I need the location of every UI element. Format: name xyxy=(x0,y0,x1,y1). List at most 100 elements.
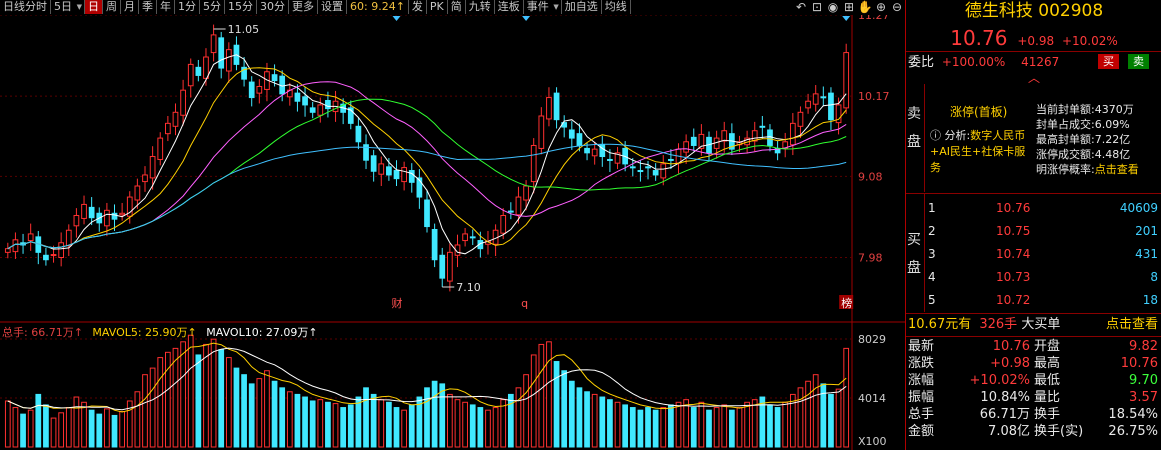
toolbar-item-17[interactable]: 九转 xyxy=(466,0,495,14)
toolbar-item-14[interactable]: 发 xyxy=(409,0,427,14)
bigbuy-link[interactable]: 点击查看 xyxy=(1106,316,1158,334)
undo-icon[interactable]: ↶ xyxy=(793,0,809,15)
volume-bar xyxy=(447,393,453,448)
candle-body xyxy=(325,100,331,110)
bid-level: 2 xyxy=(928,224,936,238)
bid-row[interactable]: 3 10.74 431 xyxy=(926,246,1161,269)
volume-bar xyxy=(20,413,26,448)
volume-bar xyxy=(378,399,385,448)
volume-bar xyxy=(622,404,629,448)
bid-row[interactable]: 4 10.73 8 xyxy=(926,269,1161,292)
zoom-in-icon[interactable]: ⊕ xyxy=(873,0,889,15)
toolbar-item-19[interactable]: 事件 xyxy=(524,0,562,14)
hand-icon[interactable]: ✋ xyxy=(857,0,873,15)
volume-bar xyxy=(645,407,651,448)
toolbar-item-3[interactable]: 周 xyxy=(103,0,121,14)
event-marker: q xyxy=(521,297,528,310)
candle-body xyxy=(462,233,468,242)
bag-icon[interactable]: ⊞ xyxy=(841,0,857,15)
volume-bar xyxy=(774,407,781,448)
bid-level: 4 xyxy=(928,270,936,284)
toolbar-item-12[interactable]: 设置 xyxy=(318,0,347,14)
candle-body xyxy=(393,170,400,180)
candle-body xyxy=(271,74,278,82)
volume-bar xyxy=(264,370,270,448)
collapse-icon[interactable]: ︿ xyxy=(906,72,1161,84)
toolbar-item-18[interactable]: 连板 xyxy=(495,0,524,14)
volume-bar xyxy=(652,409,659,448)
candle-body xyxy=(218,37,225,69)
volume-bar xyxy=(256,378,263,448)
volume-bar xyxy=(736,407,743,448)
volume-bar xyxy=(660,407,667,448)
volume-ma5-line xyxy=(7,342,847,413)
toolbar-item-10[interactable]: 30分 xyxy=(257,0,289,14)
event-top-marker xyxy=(522,16,531,21)
weicha-value: 41267 xyxy=(1021,55,1060,69)
candle-body xyxy=(812,93,819,105)
quote-value: +10.02% xyxy=(969,373,1030,388)
bid-row[interactable]: 1 10.76 40609 xyxy=(926,200,1161,223)
toolbar-item-21[interactable]: 均线 xyxy=(602,0,631,14)
toolbar-item-13[interactable]: 60: 9.24↑ xyxy=(347,0,409,14)
candle-body xyxy=(546,97,552,120)
kline-chart[interactable]: 11.27 10.17 9.08 7.98 11.05 7.10 财 q 榜 8029 4014 X1… xyxy=(0,15,905,450)
toolbar-item-5[interactable]: 季 xyxy=(139,0,157,14)
candle-body xyxy=(180,89,186,116)
candle-body xyxy=(553,92,560,121)
candle-body xyxy=(225,49,232,72)
quote-row: 最新 10.76 开盘 9.82 xyxy=(906,338,1161,355)
quote-key: 最低 xyxy=(1034,373,1061,388)
candle-body xyxy=(386,166,392,176)
volume-bar xyxy=(43,404,49,448)
bid-row[interactable]: 2 10.75 201 xyxy=(926,223,1161,246)
toolbar-item-7[interactable]: 1分 xyxy=(175,0,200,14)
quote-key: 总手 xyxy=(908,407,935,422)
event-top-marker xyxy=(842,16,851,21)
toolbar-item-9[interactable]: 15分 xyxy=(225,0,257,14)
limit-stat-key: 当前封单额: xyxy=(1036,103,1095,116)
volume-bar xyxy=(386,401,392,448)
candle-body xyxy=(58,242,65,259)
toolbar-item-20[interactable]: 加自选 xyxy=(562,0,602,14)
volume-bar xyxy=(81,401,87,448)
eye-icon[interactable]: ◉ xyxy=(825,0,841,15)
candle-body xyxy=(203,56,209,79)
candle-body xyxy=(507,210,514,213)
high-price-label: 11.05 xyxy=(228,23,260,36)
toolbar-item-11[interactable]: 更多 xyxy=(289,0,318,14)
volume-bar xyxy=(698,401,705,448)
bid-price: 10.72 xyxy=(996,293,1031,307)
candle-body xyxy=(370,155,377,172)
toolbar-item-16[interactable]: 简 xyxy=(448,0,466,14)
event-marker: 财 xyxy=(392,296,403,310)
limit-stat-value[interactable]: 点击查看 xyxy=(1095,163,1139,176)
toolbar-item-4[interactable]: 月 xyxy=(121,0,139,14)
volume-bar xyxy=(58,412,65,448)
candle-body xyxy=(828,92,834,121)
quote-key: 最新 xyxy=(908,339,935,354)
toolbar-item-1[interactable]: 5日 xyxy=(51,0,85,14)
lock-icon[interactable]: ⊡ xyxy=(809,0,825,15)
candle-body xyxy=(104,209,110,227)
buy-button[interactable]: 买 xyxy=(1098,54,1119,69)
candle-body xyxy=(378,163,385,175)
big-buy-row[interactable]: 10.67元有 326手 大买单 点击查看 xyxy=(906,316,1161,334)
limit-stat-row: 当前封单额:4370万 xyxy=(1036,102,1161,117)
zoom-out-icon[interactable]: ⊖ xyxy=(889,0,905,15)
toolbar-item-0[interactable]: 日线分时 xyxy=(0,0,51,14)
candle-body xyxy=(805,100,811,109)
volume-bar xyxy=(325,401,331,448)
candle-body xyxy=(149,156,156,179)
candle-body xyxy=(797,111,804,127)
candle-body xyxy=(50,254,57,257)
quote-key: 涨跌 xyxy=(908,356,935,371)
toolbar-item-15[interactable]: PK xyxy=(427,0,448,14)
toolbar-item-2[interactable]: 日 xyxy=(85,0,103,14)
sell-button[interactable]: 卖 xyxy=(1128,54,1149,69)
bid-row[interactable]: 5 10.72 18 xyxy=(926,292,1161,315)
stock-header: 德生科技 002908 xyxy=(906,0,1161,24)
quote-value: 9.70 xyxy=(1129,373,1158,388)
toolbar-item-8[interactable]: 5分 xyxy=(200,0,225,14)
toolbar-item-6[interactable]: 年 xyxy=(157,0,175,14)
